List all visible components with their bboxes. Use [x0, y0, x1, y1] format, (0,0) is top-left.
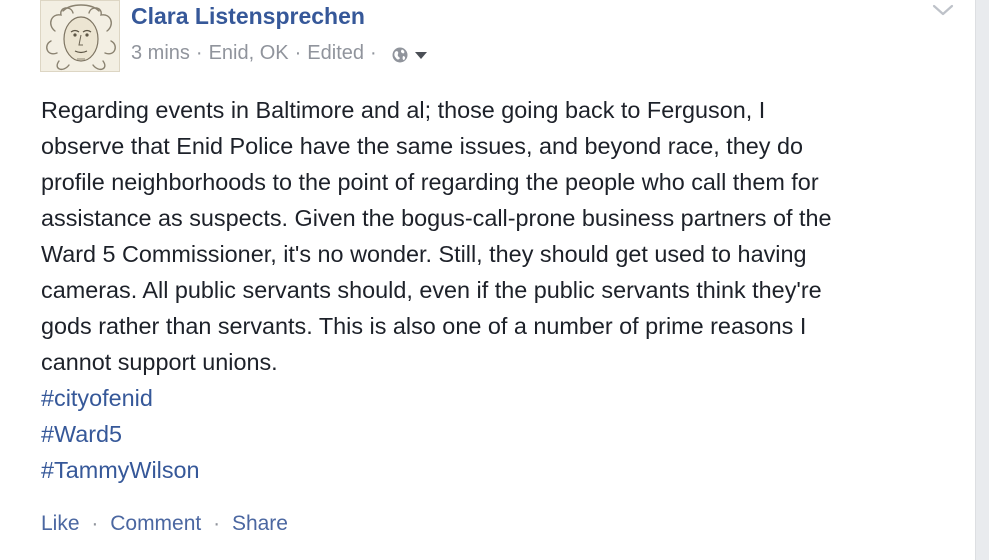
- caret-down-icon[interactable]: [414, 51, 427, 59]
- post-text-line: observe that Enid Police have the same i…: [41, 133, 803, 159]
- post-text-line: cannot support unions.: [41, 349, 278, 375]
- avatar[interactable]: [40, 0, 120, 72]
- author-name-link[interactable]: Clara Listensprechen: [131, 3, 365, 30]
- edited-link[interactable]: Edited: [307, 42, 364, 65]
- post-text: Regarding events in Baltimore and al; th…: [41, 92, 941, 488]
- post-actions: Like · Comment · Share: [41, 512, 288, 536]
- post-text-line: Regarding events in Baltimore and al; th…: [41, 97, 766, 123]
- medusa-avatar-image: [41, 1, 119, 71]
- comment-link[interactable]: Comment: [110, 512, 201, 535]
- post-card: Clara Listensprechen 3 mins · Enid, OK ·…: [0, 0, 976, 560]
- post-text-line: assistance as suspects. Given the bogus-…: [41, 205, 832, 231]
- meta-separator: ·: [195, 42, 203, 64]
- post-text-line: gods rather than servants. This is also …: [41, 313, 807, 339]
- meta-separator: ·: [370, 42, 377, 64]
- chevron-down-icon[interactable]: [929, 0, 957, 20]
- hashtag-link[interactable]: #TammyWilson: [41, 452, 941, 488]
- post-text-line: cameras. All public servants should, eve…: [41, 277, 822, 303]
- timestamp-link[interactable]: 3 mins: [131, 42, 190, 65]
- meta-separator: ·: [294, 42, 302, 64]
- post-meta: 3 mins · Enid, OK · Edited ·: [131, 42, 427, 65]
- post-text-line: profile neighborhoods to the point of re…: [41, 169, 819, 195]
- share-link[interactable]: Share: [232, 512, 288, 535]
- post-text-line: Ward 5 Commissioner, it's no wonder. Sti…: [41, 241, 807, 267]
- hashtag-link[interactable]: #cityofenid: [41, 380, 941, 416]
- action-separator: ·: [91, 512, 99, 535]
- hashtag-link[interactable]: #Ward5: [41, 416, 941, 452]
- globe-icon[interactable]: [391, 46, 409, 64]
- location-link[interactable]: Enid, OK: [209, 42, 289, 65]
- action-separator: ·: [213, 512, 221, 535]
- like-link[interactable]: Like: [41, 512, 80, 535]
